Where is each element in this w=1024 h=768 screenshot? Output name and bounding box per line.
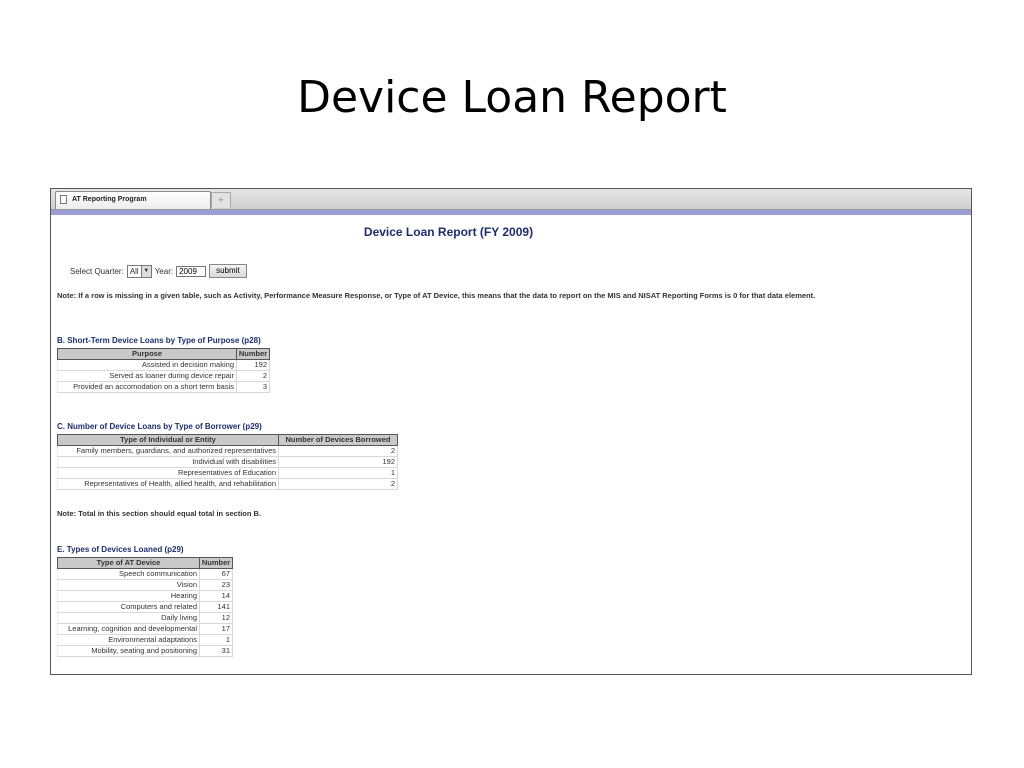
device-types-table: Type of AT Device Number Speech communic… bbox=[57, 557, 233, 657]
table-row: Daily living 12 bbox=[57, 612, 233, 624]
row-label: Hearing bbox=[57, 590, 200, 602]
row-label: Representatives of Education bbox=[57, 467, 279, 479]
chevron-down-icon: ▼ bbox=[140, 265, 151, 277]
section-c-note: Note: Total in this section should equal… bbox=[57, 509, 262, 518]
row-value: 141 bbox=[199, 601, 233, 613]
row-value: 1 bbox=[278, 467, 398, 479]
row-value: 31 bbox=[199, 645, 233, 657]
new-tab-button[interactable]: + bbox=[211, 192, 231, 208]
table-row: Environmental adaptations 1 bbox=[57, 634, 233, 646]
section-e-title: E. Types of Devices Loaned (p29) bbox=[57, 545, 184, 554]
row-value: 17 bbox=[199, 623, 233, 635]
row-label: Assisted in decision making bbox=[57, 359, 237, 371]
table-row: Hearing 14 bbox=[57, 590, 233, 602]
column-header: Type of Individual or Entity bbox=[57, 434, 279, 446]
table-row: Served as loaner during device repair 2 bbox=[57, 370, 270, 382]
section-c-title: C. Number of Device Loans by Type of Bor… bbox=[57, 422, 262, 431]
table-row: Speech communication 67 bbox=[57, 568, 233, 580]
table-row: Vision 23 bbox=[57, 579, 233, 591]
row-label: Mobility, seating and positioning bbox=[57, 645, 200, 657]
quarter-label: Select Quarter: bbox=[70, 266, 124, 276]
row-value: 2 bbox=[278, 478, 398, 490]
submit-button[interactable]: submit bbox=[209, 264, 247, 278]
tab-label: AT Reporting Program bbox=[72, 196, 147, 203]
row-label: Representatives of Health, allied health… bbox=[57, 478, 279, 490]
section-b-title: B. Short-Term Device Loans by Type of Pu… bbox=[57, 336, 261, 345]
row-label: Family members, guardians, and authorize… bbox=[57, 445, 279, 457]
table-row: Computers and related 141 bbox=[57, 601, 233, 613]
table-row: Individual with disabilities 192 bbox=[57, 456, 398, 468]
row-value: 192 bbox=[236, 359, 270, 371]
row-value: 67 bbox=[199, 568, 233, 580]
table-row: Assisted in decision making 192 bbox=[57, 359, 270, 371]
row-value: 192 bbox=[278, 456, 398, 468]
column-header: Number of Devices Borrowed bbox=[278, 434, 398, 446]
row-value: 3 bbox=[236, 381, 270, 393]
row-label: Learning, cognition and developmental bbox=[57, 623, 200, 635]
row-label: Daily living bbox=[57, 612, 200, 624]
row-label: Individual with disabilities bbox=[57, 456, 279, 468]
filter-controls: Select Quarter: All ▼ Year: submit bbox=[70, 264, 247, 278]
quarter-select[interactable]: All ▼ bbox=[126, 264, 152, 278]
row-label: Computers and related bbox=[57, 601, 200, 613]
missing-row-note: Note: If a row is missing in a given tab… bbox=[57, 291, 816, 300]
report-page: Device Loan Report (FY 2009) Select Quar… bbox=[51, 215, 971, 674]
row-value: 2 bbox=[236, 370, 270, 382]
browser-window: AT Reporting Program + Device Loan Repor… bbox=[50, 188, 972, 675]
quarter-select-value: All bbox=[129, 266, 139, 276]
row-label: Provided an accomodation on a short term… bbox=[57, 381, 237, 393]
tab-at-reporting-program[interactable]: AT Reporting Program bbox=[55, 191, 211, 209]
purpose-table: Purpose Number Assisted in decision maki… bbox=[57, 348, 270, 393]
row-label: Environmental adaptations bbox=[57, 634, 200, 646]
row-label: Vision bbox=[57, 579, 200, 591]
table-row: Learning, cognition and developmental 17 bbox=[57, 623, 233, 635]
row-value: 23 bbox=[199, 579, 233, 591]
slide-title: Device Loan Report bbox=[297, 72, 727, 123]
report-title: Device Loan Report (FY 2009) bbox=[363, 225, 534, 239]
year-label: Year: bbox=[154, 266, 174, 276]
row-value: 12 bbox=[199, 612, 233, 624]
table-row: Provided an accomodation on a short term… bbox=[57, 381, 270, 393]
row-value: 1 bbox=[199, 634, 233, 646]
column-header: Type of AT Device bbox=[57, 557, 200, 569]
column-header: Number bbox=[199, 557, 233, 569]
page-icon bbox=[60, 195, 67, 204]
borrower-table: Type of Individual or Entity Number of D… bbox=[57, 434, 398, 490]
row-value: 2 bbox=[278, 445, 398, 457]
table-row: Representatives of Health, allied health… bbox=[57, 478, 398, 490]
row-value: 14 bbox=[199, 590, 233, 602]
year-input[interactable] bbox=[176, 265, 207, 277]
row-label: Speech communication bbox=[57, 568, 200, 580]
column-header: Number bbox=[236, 348, 270, 360]
column-header: Purpose bbox=[57, 348, 237, 360]
table-row: Family members, guardians, and authorize… bbox=[57, 445, 398, 457]
tab-bar: AT Reporting Program + bbox=[51, 189, 971, 210]
row-label: Served as loaner during device repair bbox=[57, 370, 237, 382]
table-row: Representatives of Education 1 bbox=[57, 467, 398, 479]
table-row: Mobility, seating and positioning 31 bbox=[57, 645, 233, 657]
